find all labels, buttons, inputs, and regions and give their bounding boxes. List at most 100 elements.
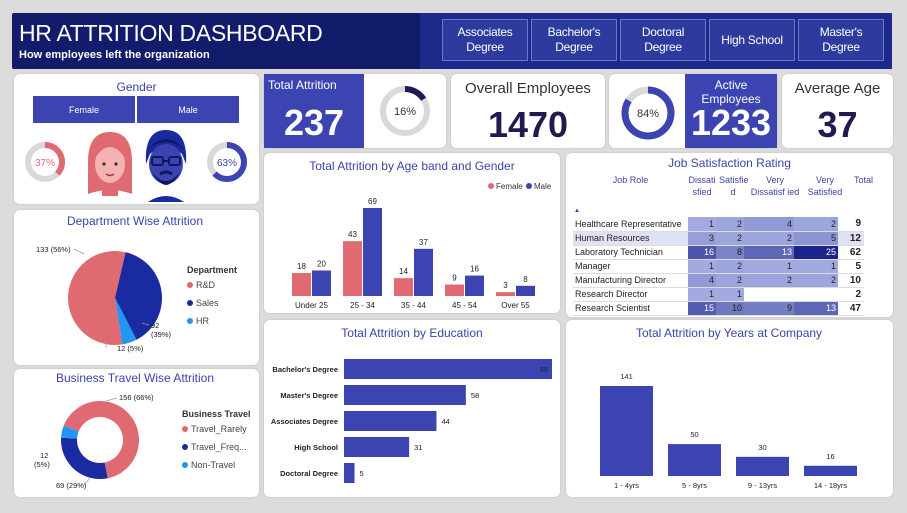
education-bar [344, 463, 355, 483]
total-attrition-card: Total Attrition 237 16% [264, 74, 446, 148]
age-bar-value-label: 20 [317, 259, 326, 268]
male-pct-label: 63% [217, 158, 237, 169]
overall-employees-value: 1470 [487, 104, 569, 145]
education-bar-value: 44 [441, 417, 449, 426]
department-legend-marker [187, 282, 193, 288]
slicer-associates-degree[interactable]: Associates Degree [442, 19, 528, 61]
age-bar-value-label: 69 [368, 197, 377, 206]
education-bar-value: 99 [540, 365, 548, 374]
years-bar-value: 30 [758, 443, 766, 452]
education-bar [344, 411, 437, 431]
satisfaction-value-cell: 10 [716, 301, 744, 316]
years-bar [736, 456, 789, 476]
total-cell: 10 [838, 273, 864, 288]
travel-legend-marker [182, 426, 188, 432]
dashboard-title: HR ATTRITION DASHBOARD [19, 20, 323, 46]
job-satisfaction-column-header[interactable]: Very Dissatisf ied [750, 174, 800, 198]
table-row[interactable]: Manager 1 2 1 1 5 [573, 259, 864, 274]
department-chart-title: Department Wise Attrition [67, 214, 203, 228]
satisfaction-value-cell: 8 [716, 245, 744, 260]
education-chart: Total Attrition by Education Bachelor's … [271, 326, 552, 483]
active-employees-donut: 84% [621, 86, 675, 140]
gender-title: Gender [116, 80, 157, 94]
job-satisfaction-column-header[interactable]: Total [849, 174, 878, 186]
gender-visuals: 37% 63% [25, 130, 247, 202]
job-role-cell: Research Director [573, 287, 688, 302]
table-row[interactable]: Research Director 1 1 2 [573, 287, 864, 302]
satisfaction-value-cell: 1 [688, 259, 716, 274]
satisfaction-value-cell: 4 [688, 273, 716, 288]
education-category-label: Master's Degree [280, 391, 338, 400]
travel-legend-label: Travel_Rarely [191, 424, 247, 434]
age-bar-male [363, 208, 382, 296]
satisfaction-value-cell [794, 287, 838, 302]
total-cell: 9 [838, 217, 864, 232]
age-bar-value-label: 37 [419, 238, 428, 247]
job-role-cell: Laboratory Technician [573, 245, 688, 260]
male-filter-button[interactable]: Male [137, 96, 239, 123]
job-satisfaction-column-header[interactable]: Very Satisfied [803, 174, 847, 198]
age-bar-value-label: 9 [452, 274, 457, 283]
total-attrition-label: Total Attrition [268, 78, 337, 92]
age-category-label: Under 25 [295, 301, 328, 310]
satisfaction-value-cell: 3 [688, 231, 716, 246]
satisfaction-value-cell: 2 [794, 273, 838, 288]
job-satisfaction-column-header[interactable]: Satisfie d [719, 174, 749, 198]
age-gender-chart: Total Attrition by Age band and Gender F… [292, 159, 552, 310]
age-bar-male [465, 275, 484, 296]
satisfaction-value-cell: 16 [688, 245, 716, 260]
table-row[interactable]: Laboratory Technician 16 8 13 25 62 [573, 245, 864, 260]
total-attrition-pct: 16% [394, 106, 416, 118]
slicer-high-school[interactable]: High School [709, 19, 795, 61]
age-bar-value-label: 14 [399, 267, 408, 276]
satisfaction-value-cell: 2 [744, 273, 794, 288]
department-chart-card: Department Wise Attrition 133 (56%) 92 (39… [14, 210, 259, 365]
satisfaction-value-cell: 1 [744, 259, 794, 274]
business-travel-chart-title: Business Travel Wise Attrition [56, 371, 214, 385]
female-filter-button[interactable]: Female [33, 96, 135, 123]
job-satisfaction-column-header[interactable]: Dissati sfied [688, 174, 716, 198]
legend-female-label: Female [496, 182, 523, 191]
table-row[interactable]: Research Scientist 15 10 9 13 47 [573, 301, 864, 316]
education-chart-title: Total Attrition by Education [341, 326, 482, 340]
satisfaction-value-cell: 9 [744, 301, 794, 316]
business-travel-chart-card: Business Travel Wise Attrition 156 (66%)… [14, 369, 259, 497]
legend-female-marker [488, 183, 494, 189]
department-legend-marker [187, 318, 193, 324]
years-category-label: 9 - 13yrs [748, 481, 777, 490]
table-row[interactable]: Human Resources 3 2 2 5 12 [573, 231, 864, 246]
department-legend-marker [187, 300, 193, 306]
years-category-label: 1 - 4yrs [614, 481, 639, 490]
job-satisfaction-title: Job Satisfaction Rating [668, 156, 791, 170]
travel-slice [60, 437, 108, 479]
satisfaction-value-cell: 15 [688, 301, 716, 316]
satisfaction-value-cell: 13 [794, 301, 838, 316]
dashboard-subtitle: How employees left the organization [19, 49, 210, 61]
table-row[interactable]: Healthcare Representative 1 2 4 2 9 [573, 217, 864, 232]
job-role-cell: Manufacturing Director [573, 273, 688, 288]
age-bar-value-label: 3 [503, 281, 508, 290]
age-bar-value-label: 16 [470, 265, 479, 274]
age-category-label: 25 - 34 [350, 301, 375, 310]
slicer-bachelors-degree[interactable]: Bachelor's Degree [531, 19, 617, 61]
travel-legend-marker [182, 462, 188, 468]
department-chart: Department Wise Attrition 133 (56%) 92(39… [36, 214, 237, 353]
satisfaction-value-cell: 25 [794, 245, 838, 260]
satisfaction-value-cell: 4 [744, 217, 794, 232]
age-chart-title: Total Attrition by Age band and Gender [309, 159, 514, 173]
years-bar-value: 16 [826, 452, 834, 461]
age-bar-male [516, 285, 535, 296]
total-attrition-donut: 16% [380, 86, 430, 136]
job-satisfaction-column-header[interactable]: Job Role [573, 174, 688, 186]
sort-ascending-icon[interactable]: ▲ [574, 208, 580, 214]
age-bar-female [496, 292, 515, 296]
education-category-label: High School [294, 443, 338, 452]
years-bar-value: 50 [690, 430, 698, 439]
slicer-doctoral-degree[interactable]: Doctoral Degree [620, 19, 706, 61]
slicer-masters-degree[interactable]: Master's Degree [798, 19, 884, 61]
average-age-value: 37 [817, 104, 858, 145]
job-satisfaction-table: Healthcare Representative 1 2 4 2 9 Human Reso… [573, 217, 864, 316]
age-gender-chart-card: Total Attrition by Age band and Gender F… [264, 153, 560, 313]
satisfaction-value-cell: 1 [688, 287, 716, 302]
table-row[interactable]: Manufacturing Director 4 2 2 2 10 [573, 273, 864, 288]
